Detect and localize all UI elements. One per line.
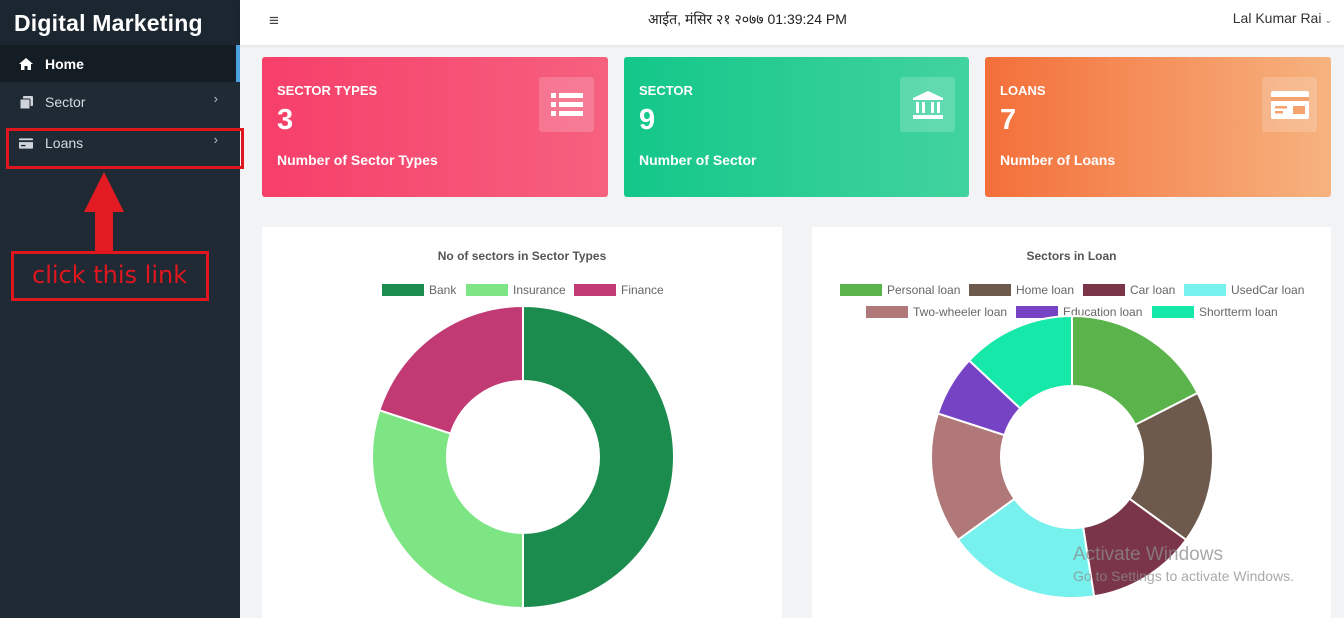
card-title: SECTOR [639, 83, 693, 98]
sidebar-item-home[interactable]: Home [0, 45, 240, 82]
home-icon [19, 57, 33, 70]
highlight-box [6, 128, 244, 169]
card-title: SECTOR TYPES [277, 83, 378, 98]
annotation-label: click this link [11, 251, 209, 301]
card-subtitle: Number of Loans [1000, 152, 1116, 168]
user-name: Lal Kumar Rai [1232, 10, 1322, 26]
sidebar: Digital Marketing Home Sector › Loans › [0, 0, 240, 618]
user-menu[interactable]: Lal Kumar Rai ⌄ [1233, 10, 1332, 26]
card-icon [1262, 77, 1317, 132]
arrow-up-icon [84, 172, 124, 212]
brand-title: Digital Marketing [0, 0, 240, 45]
copy-icon [19, 95, 33, 109]
donut-slice-insurance[interactable] [371, 409, 524, 610]
chart-panel-sector-types: No of sectors in Sector Types Bank Insur… [262, 227, 782, 618]
card-subtitle: Number of Sector Types [277, 152, 438, 168]
list-icon [539, 77, 594, 132]
sidebar-item-sector[interactable]: Sector › [0, 82, 240, 122]
card-sector: SECTOR 9 Number of Sector [624, 57, 969, 197]
donut-chart [371, 304, 675, 610]
arrow-stem [95, 209, 113, 251]
donut-slice-finance[interactable] [378, 304, 524, 435]
card-subtitle: Number of Sector [639, 152, 757, 168]
chevron-down-icon: ⌄ [1324, 15, 1332, 25]
watermark-line-2: Go to Settings to activate Windows. [1073, 568, 1294, 584]
card-value: 7 [1000, 104, 1017, 136]
sidebar-item-label: Home [45, 55, 84, 72]
watermark-line-1: Activate Windows [1073, 544, 1223, 565]
windows-watermark: Activate Windows Go to Settings to activ… [1073, 544, 1294, 584]
sidebar-item-label: Sector [45, 94, 86, 110]
card-sector-types: SECTOR TYPES 3 Number of Sector Types [262, 57, 608, 197]
chevron-right-icon: › [213, 91, 218, 106]
card-value: 9 [639, 104, 656, 136]
card-value: 3 [277, 104, 294, 136]
card-title: LOANS [1000, 83, 1046, 98]
donut-slice-bank[interactable] [522, 304, 675, 610]
top-bar: ≡ आईत, मंसिर २१ २०७७ 01:39:24 PM Lal Kum… [240, 0, 1344, 45]
date-time: आईत, मंसिर २१ २०७७ 01:39:24 PM [648, 11, 847, 27]
bank-icon [900, 77, 955, 132]
menu-icon[interactable]: ≡ [269, 11, 279, 31]
card-loans: LOANS 7 Number of Loans [985, 57, 1331, 197]
